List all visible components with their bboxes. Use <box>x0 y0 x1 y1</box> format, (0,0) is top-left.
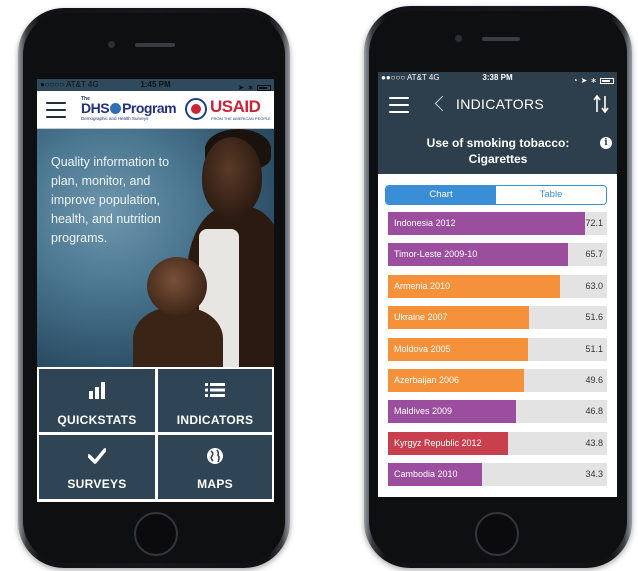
indicator-panel: Chart Table Indonesia 2012 72.1 Timor-Lest… <box>378 174 617 497</box>
hero-image: Quality information to plan, monitor, an… <box>37 129 274 379</box>
maps-button[interactable]: MAPS <box>158 435 272 499</box>
bar-value: 49.6 <box>585 375 603 385</box>
hero-tagline: Quality information to plan, monitor, an… <box>51 155 170 245</box>
logo-wordmark: DHS Program <box>81 100 177 116</box>
list-icon <box>158 381 272 399</box>
bar-row[interactable]: Armenia 2010 63.0 <box>388 274 607 298</box>
bar-value: 46.8 <box>585 406 603 417</box>
home-button[interactable] <box>134 512 178 556</box>
usaid-seal-icon <box>185 98 207 120</box>
maps-label: MAPS <box>197 477 233 491</box>
bar-row[interactable]: Azerbaijan 2006 49.6 <box>388 369 607 392</box>
logo-subtitle: Demographic and Health Surveys <box>81 116 149 121</box>
bar-chart-icon <box>39 381 155 399</box>
bar-label: Kyrgyz Republic 2012 <box>394 437 482 448</box>
dhs-program-logo: The DHS Program Demographic and Health Su… <box>81 96 177 123</box>
bar-label: Moldova 2005 <box>394 343 451 354</box>
bar-value: 34.3 <box>585 469 603 480</box>
menu-icon[interactable] <box>46 102 66 118</box>
status-bar: ●○○○○ AT&T 4G 1:45 PM ➤ ∗ <box>37 79 274 92</box>
bar-row[interactable]: Moldova 2005 51.1 <box>388 337 607 361</box>
bar-label: Timor-Leste 2009-10 <box>394 249 478 260</box>
bar-value: 43.8 <box>585 437 603 448</box>
bar-label: Maldives 2009 <box>394 406 453 417</box>
bar-label: Cambodia 2010 <box>394 469 458 480</box>
bar-value: 72.1 <box>585 218 603 228</box>
bar-label: Armenia 2010 <box>394 280 451 291</box>
screen-indicators: ●●○○○ AT&T 4G 3:38 PM ◔ ➤ ∗ INDICATORS U… <box>378 72 617 497</box>
nav-bar: INDICATORS <box>378 84 617 126</box>
usaid-logo-text: USAID <box>210 97 261 116</box>
bar-row[interactable]: Kyrgyz Republic 2012 43.8 <box>388 431 607 455</box>
bar-value: 65.7 <box>585 249 603 260</box>
main-menu-grid: QUICKSTATS INDICATORS SURVEYS MAPS <box>37 367 274 502</box>
bar-label: Azerbaijan 2006 <box>394 375 460 385</box>
globe-logo-icon <box>110 103 122 114</box>
indicator-title: Use of smoking tobacco: Cigarettes <box>426 136 570 166</box>
quickstats-label: QUICKSTATS <box>57 413 137 427</box>
usaid-tagline: FROM THE AMERICAN PEOPLE <box>211 116 271 121</box>
indicators-button[interactable]: INDICATORS <box>158 369 272 432</box>
hero-photo-baby-face <box>147 257 207 315</box>
checkmark-icon <box>39 447 155 465</box>
hero-photo-face <box>202 137 262 217</box>
quickstats-button[interactable]: QUICKSTATS <box>39 369 155 432</box>
logo-dhs-text: DHS <box>81 100 110 116</box>
sort-icon[interactable] <box>593 94 609 114</box>
surveys-label: SURVEYS <box>67 477 127 491</box>
status-bar: ●●○○○ AT&T 4G 3:38 PM ◔ ➤ ∗ <box>378 72 617 85</box>
nav-title: INDICATORS <box>456 96 545 112</box>
bar-value: 51.1 <box>585 343 603 354</box>
home-button[interactable] <box>475 512 519 556</box>
app-header: The DHS Program Demographic and Health Su… <box>37 91 274 129</box>
bar-value: 51.6 <box>585 312 603 323</box>
surveys-button[interactable]: SURVEYS <box>39 435 155 499</box>
front-camera <box>455 35 462 42</box>
speaker-grille <box>135 43 175 47</box>
menu-icon[interactable] <box>389 97 409 113</box>
bar-label: Indonesia 2012 <box>394 218 456 228</box>
speaker-grille <box>482 37 520 41</box>
bar-row[interactable]: Ukraine 2007 51.6 <box>388 306 607 330</box>
screen-home: ●○○○○ AT&T 4G 1:45 PM ➤ ∗ The DHS Program… <box>37 79 274 502</box>
back-arrow-icon[interactable] <box>434 95 451 112</box>
bar-row[interactable]: Indonesia 2012 72.1 <box>388 212 607 235</box>
globe-icon <box>158 447 272 465</box>
bar-row[interactable]: Maldives 2009 46.8 <box>388 400 607 424</box>
bar-row[interactable]: Timor-Leste 2009-10 65.7 <box>388 243 607 267</box>
indicators-label: INDICATORS <box>176 413 254 427</box>
bar-value: 63.0 <box>585 280 603 291</box>
logo-program-text: Program <box>122 100 177 116</box>
info-icon[interactable]: i <box>600 137 612 149</box>
bar-row[interactable]: Cambodia 2010 34.3 <box>388 463 607 487</box>
bar-chart: Indonesia 2012 72.1 Timor-Leste 2009-10 65.… <box>378 174 617 497</box>
bar-label: Ukraine 2007 <box>394 312 448 323</box>
front-camera <box>108 41 115 48</box>
